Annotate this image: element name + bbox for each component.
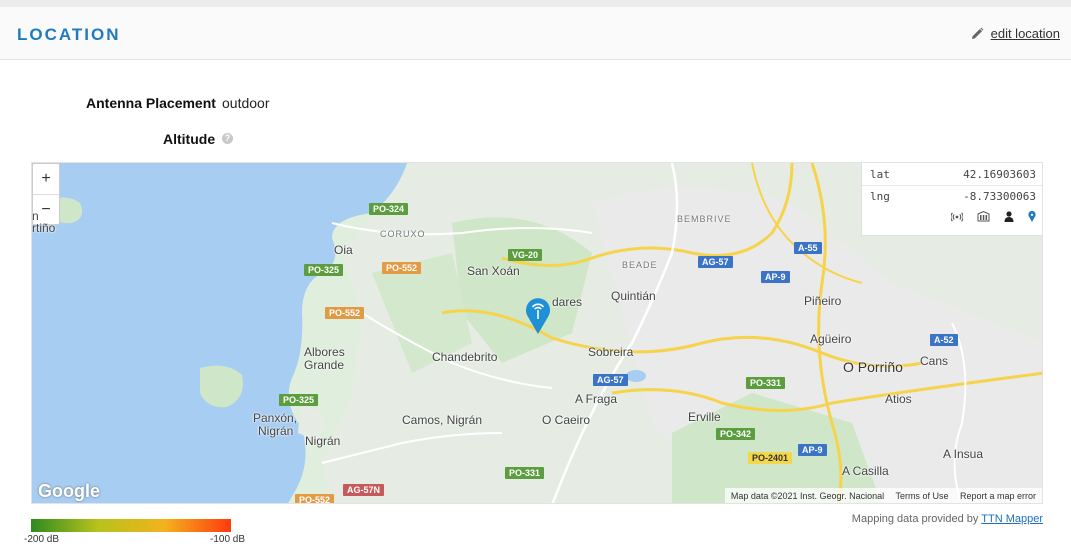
place-label: Nigrán: [258, 424, 294, 438]
map-data-text: Map data ©2021 Inst. Geogr. Nacional: [730, 491, 885, 501]
road-label: PO-552: [382, 262, 422, 274]
pin-icon[interactable]: [1028, 210, 1036, 225]
edit-location-label: edit location: [990, 26, 1060, 41]
person-icon[interactable]: [1004, 211, 1014, 225]
signal-scale-bar: [31, 519, 231, 532]
edit-location-link[interactable]: edit location: [970, 26, 1060, 41]
road-label: AP-9: [761, 271, 790, 283]
place-label: A Casilla: [842, 464, 889, 478]
road-label: PO-325: [279, 394, 319, 406]
place-label: O Caeiro: [542, 413, 591, 427]
terms-of-use-link[interactable]: Terms of Use: [895, 491, 948, 501]
place-label: Erville: [688, 410, 721, 424]
place-label: Albores: [304, 345, 345, 359]
road-label: AP-9: [798, 444, 827, 456]
place-label: San Xoán: [467, 264, 520, 278]
lat-value: 42.16903603: [963, 168, 1036, 181]
road-label: VG-20: [508, 249, 543, 261]
section-title: LOCATION: [17, 25, 121, 44]
place-label: A Fraga: [575, 392, 618, 406]
scale-min-label: -200 dB: [24, 534, 60, 545]
gateway-marker-icon[interactable]: [525, 295, 551, 335]
antenna-placement-value: outdoor: [222, 95, 270, 111]
place-label: Quintián: [611, 289, 656, 303]
road-label: PO-324: [369, 203, 409, 215]
lat-label: lat: [870, 168, 890, 181]
road-label: PO-552: [325, 307, 365, 319]
place-label: BEMBRIVE: [677, 214, 732, 224]
place-label: Cans: [920, 354, 949, 368]
report-map-error-link[interactable]: Report a map error: [960, 491, 1036, 501]
road-label: PO-342: [716, 428, 756, 440]
place-label: Sobreira: [588, 345, 634, 359]
lng-label: lng: [870, 190, 890, 203]
place-label: BEADE: [622, 260, 658, 270]
road-label: PO-552: [295, 494, 335, 503]
place-label: Grande: [304, 358, 345, 372]
road-label: PO-2401: [748, 452, 793, 464]
place-label: rtiño: [32, 221, 56, 235]
map-attribution: Map data ©2021 Inst. Geogr. Nacional Ter…: [724, 488, 1042, 503]
place-label: CORUXO: [380, 229, 426, 239]
place-label: A Insua: [943, 447, 984, 461]
place-label: Atios: [885, 392, 912, 406]
map-mode-icons: [950, 210, 1036, 225]
road-label: AG-57: [698, 256, 733, 268]
antenna-placement-label: Antenna Placement: [86, 95, 216, 111]
place-label: Agüeiro: [810, 332, 852, 346]
building-icon[interactable]: [977, 210, 990, 225]
mapping-credit: Mapping data provided by TTN Mapper: [852, 513, 1043, 525]
road-label: A-52: [930, 334, 958, 346]
place-label: dares: [552, 295, 583, 309]
google-logo: Google: [38, 481, 100, 501]
pencil-icon: [971, 27, 984, 39]
map[interactable]: + − n rtiño PO-324 PO-325 PO-552 PO-552 …: [31, 162, 1043, 504]
place-label: Nigrán: [305, 434, 341, 448]
divider: [862, 185, 1042, 186]
coordinates-panel: lat 42.16903603 lng -8.73300063: [861, 163, 1042, 236]
place-label: O Porriño: [843, 359, 903, 375]
top-strip: [0, 0, 1071, 7]
road-label: AG-57N: [343, 484, 385, 496]
zoom-in-button[interactable]: +: [33, 164, 59, 194]
road-label: A-55: [794, 242, 822, 254]
place-label: Oia: [334, 243, 353, 257]
road-label: PO-331: [505, 467, 545, 479]
location-header: LOCATION edit location: [0, 7, 1071, 60]
place-label: Piñeiro: [804, 294, 842, 308]
scale-max-label: -100 dB: [210, 534, 246, 545]
lng-row: lng -8.73300063: [870, 187, 1036, 207]
lat-row: lat 42.16903603: [870, 165, 1036, 185]
gateway-icon[interactable]: [950, 211, 964, 225]
place-label: Camos, Nigrán: [402, 413, 483, 427]
place-label: Chandebrito: [432, 350, 498, 364]
mapping-credit-text: Mapping data provided by: [851, 513, 982, 525]
ttn-mapper-link[interactable]: TTN Mapper: [981, 513, 1043, 525]
road-label: AG-57: [593, 374, 628, 386]
altitude-label: Altitude: [163, 131, 216, 147]
road-label: PO-325: [304, 264, 344, 276]
road-label: PO-331: [746, 377, 786, 389]
lng-value: -8.73300063: [963, 190, 1036, 203]
help-icon[interactable]: ?: [222, 133, 233, 144]
place-label: Panxón,: [253, 411, 298, 425]
